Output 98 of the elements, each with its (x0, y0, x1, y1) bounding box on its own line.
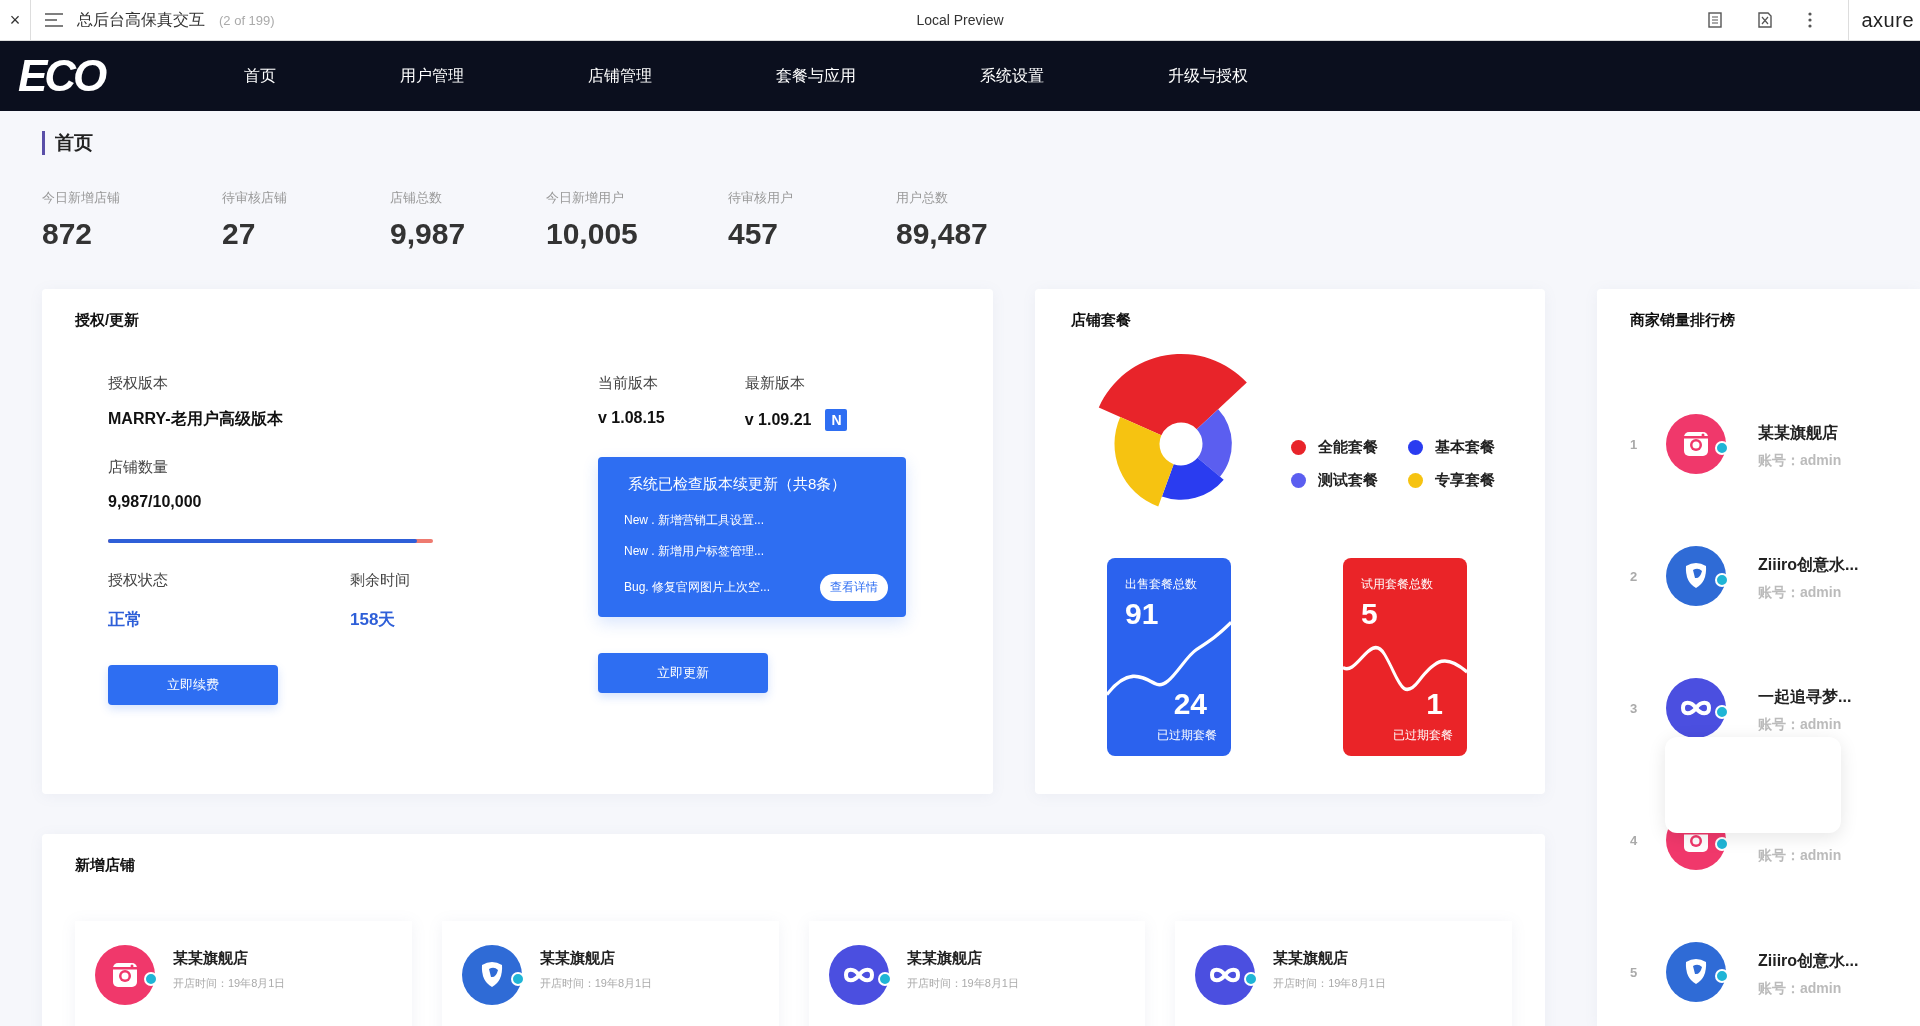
card-title: 商家销量排行榜 (1630, 311, 1736, 330)
card-title: 店铺套餐 (1071, 311, 1132, 330)
field-label: 店铺数量 (108, 458, 169, 477)
rank-number: 4 (1630, 832, 1638, 848)
account-label: 账号：admin (1758, 979, 1843, 998)
shop-card[interactable]: 某某旗舰店 开店时间：19年8月1日 (75, 921, 412, 1026)
stat-label: 今日新增用户 (546, 189, 625, 207)
field-value: 正常 (108, 609, 143, 631)
shop-avatar-icon (1666, 414, 1730, 474)
shop-name: 某某旗舰店 (906, 949, 983, 968)
shop-name: 一起追寻梦... (1758, 686, 1852, 707)
update-entry: New . 新增用户标签管理... (624, 543, 764, 560)
nav-item[interactable]: 系统设置 (980, 65, 1044, 87)
stat-value: 24 (1173, 687, 1207, 721)
nav-item[interactable]: 升级与授权 (1168, 65, 1248, 87)
stat-value: 91 (1125, 597, 1160, 631)
shop-avatar-icon (1666, 942, 1730, 1002)
stat-value: 872 (42, 217, 94, 251)
stat-label: 待审核用户 (728, 189, 794, 207)
nav-item[interactable]: 店铺管理 (588, 65, 652, 87)
field-value: 9,987/10,000 (108, 493, 203, 511)
brand-logo: axure (1848, 0, 1920, 40)
open-date: 开店时间：19年8月1日 (906, 976, 1019, 991)
legend-label: 测试套餐 (1318, 471, 1378, 490)
shop-card[interactable]: 某某旗舰店 开店时间：19年8月1日 (1175, 921, 1512, 1026)
shop-name: Ziiiro创意水... (1758, 950, 1859, 971)
more-icon[interactable] (1808, 12, 1813, 28)
field-value: 158天 (350, 609, 397, 631)
field-value: MARRY-老用户高级版本 (108, 409, 284, 429)
field-label: 最新版本 (744, 374, 806, 393)
shop-name: 某某旗舰店 (1758, 422, 1839, 443)
page-title: 首页 (42, 131, 1920, 155)
shop-avatar-icon (95, 945, 159, 1005)
stat-label: 店铺总数 (390, 189, 443, 207)
stat-value: 1 (1426, 687, 1443, 721)
card-title: 新增店铺 (75, 856, 136, 875)
stat-value: 10,005 (546, 217, 639, 251)
stat-label: 待审核店铺 (222, 189, 288, 207)
prototype-title: 总后台高保真交互 (77, 9, 205, 30)
notice-title: 系统已检查版本续更新（共8条） (628, 475, 848, 494)
close-button[interactable]: × (0, 0, 31, 40)
field-label: 剩余时间 (350, 571, 411, 590)
shop-card[interactable]: 某某旗舰店 开店时间：19年8月1日 (441, 921, 779, 1026)
shop-name: 某某旗舰店 (1273, 949, 1350, 968)
new-badge: N (825, 409, 848, 431)
stat-value: 457 (728, 217, 780, 251)
rank-number: 1 (1630, 436, 1638, 452)
account-label: 账号：admin (1758, 583, 1843, 602)
shop-name: 某某旗舰店 (539, 949, 616, 968)
shop-card[interactable]: 某某旗舰店 开店时间：19年8月1日 (808, 921, 1146, 1026)
shop-name: Ziiiro创意水... (1758, 554, 1859, 575)
document-icon[interactable] (1708, 12, 1723, 28)
field-value: v 1.08.15 (598, 409, 665, 427)
field-value: v 1.09.21 (744, 411, 812, 429)
account-label: 账号：admin (1758, 451, 1842, 470)
details-button[interactable]: 查看详情 (820, 574, 888, 601)
legend-label: 全能套餐 (1318, 438, 1378, 457)
update-entry: Bug. 修复官网图片上次空... (624, 579, 771, 596)
stat-label: 试用套餐总数 (1361, 576, 1434, 593)
shop-avatar-icon (461, 945, 526, 1005)
field-label: 授权版本 (108, 374, 169, 393)
eco-logo[interactable]: ECO (0, 51, 200, 101)
stat-label: 已过期套餐 (1157, 727, 1217, 744)
stat-label: 用户总数 (896, 189, 949, 207)
notes-icon[interactable] (1758, 12, 1773, 28)
stat-value: 89,487 (896, 217, 988, 251)
stat-value: 9,987 (390, 217, 467, 251)
shop-avatar-icon (828, 945, 893, 1005)
menu-icon[interactable] (45, 13, 63, 27)
update-entry: New . 新增营销工具设置... (624, 512, 764, 529)
stat-label: 出售套餐总数 (1125, 576, 1198, 593)
rank-number: 3 (1630, 700, 1638, 716)
page-count: (2 of 199) (219, 12, 275, 28)
stat-label: 今日新增店铺 (42, 189, 121, 207)
update-button[interactable]: 立即更新 (598, 653, 768, 693)
renew-button[interactable]: 立即续费 (108, 665, 278, 705)
nav-item[interactable]: 套餐与应用 (776, 65, 856, 87)
account-label: 账号：admin (1758, 715, 1843, 734)
open-date: 开店时间：19年8月1日 (173, 976, 286, 991)
legend-label: 基本套餐 (1435, 438, 1495, 457)
field-label: 授权状态 (108, 571, 169, 590)
stat-label: 已过期套餐 (1393, 727, 1453, 744)
shop-avatar-icon (1666, 546, 1730, 606)
stat-value: 5 (1361, 597, 1379, 631)
open-date: 开店时间：19年8月1日 (539, 976, 653, 991)
legend-label: 专享套餐 (1435, 471, 1495, 490)
rank-number: 5 (1630, 964, 1638, 980)
nav-item[interactable]: 首页 (244, 65, 276, 87)
card-title: 授权/更新 (75, 311, 141, 330)
rank-number: 2 (1630, 568, 1638, 584)
preview-title: Local Preview (916, 12, 1004, 28)
stat-value: 27 (222, 217, 257, 251)
shop-name: 某某旗舰店 (173, 949, 249, 968)
nav-item[interactable]: 用户管理 (400, 65, 464, 87)
field-label: 当前版本 (598, 374, 659, 393)
account-label: 账号：admin (1758, 846, 1842, 865)
open-date: 开店时间：19年8月1日 (1273, 976, 1386, 991)
shop-avatar-icon (1666, 678, 1730, 738)
